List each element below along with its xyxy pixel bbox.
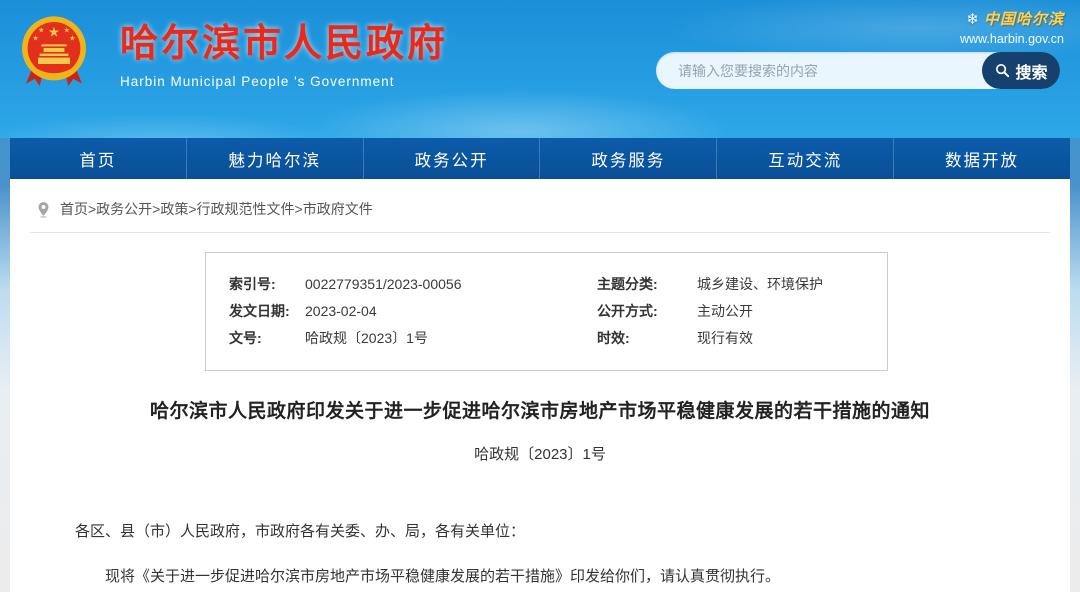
- breadcrumb-divider: [30, 232, 1050, 233]
- site-logo[interactable]: ★ ★ ★ ★ ★ 哈尔滨市人民政府 Harbin Municipal Peop…: [14, 8, 448, 92]
- search-input[interactable]: [656, 52, 982, 89]
- site-subtitle: Harbin Municipal People 's Government: [120, 74, 448, 89]
- meta-label-issue-date: 发文日期:: [229, 298, 305, 325]
- corner-branding: ❄ 中国哈尔滨 www.harbin.gov.cn: [960, 8, 1064, 46]
- svg-text:★: ★: [48, 24, 60, 39]
- main-nav: 首页 魅力哈尔滨 政务公开 政务服务 互动交流 数据开放: [10, 138, 1070, 179]
- snowflake-logo-icon: ❄: [966, 10, 979, 28]
- svg-text:★: ★: [38, 25, 44, 34]
- meta-value-doc-number: 哈政规〔2023〕1号: [305, 325, 597, 352]
- site-header: ★ ★ ★ ★ ★ 哈尔滨市人民政府 Harbin Municipal Peop…: [0, 0, 1080, 138]
- meta-label-disclosure: 公开方式:: [597, 298, 697, 325]
- nav-item-open-data[interactable]: 数据开放: [893, 138, 1070, 179]
- search-bar: 搜索: [656, 52, 1060, 89]
- location-pin-icon: [35, 201, 52, 218]
- search-button-label: 搜索: [1015, 59, 1047, 83]
- document-paragraph: 各区、县（市）人民政府，市政府各有关委、办、局，各有关单位：: [75, 520, 1005, 541]
- document-meta-table: 索引号: 0022779351/2023-00056 主题分类: 城乡建设、环境…: [205, 252, 888, 371]
- meta-value-index: 0022779351/2023-00056: [305, 271, 597, 298]
- meta-row: 发文日期: 2023-02-04 公开方式: 主动公开: [229, 298, 887, 325]
- svg-text:★: ★: [32, 33, 38, 42]
- meta-label-index: 索引号:: [229, 271, 305, 298]
- document-paragraph: 现将《关于进一步促进哈尔滨市房地产市场平稳健康发展的若干措施》印发给你们，请认真…: [75, 565, 1005, 586]
- site-title-block: 哈尔滨市人民政府 Harbin Municipal People 's Gove…: [120, 12, 448, 89]
- national-emblem-icon: ★ ★ ★ ★ ★: [14, 8, 94, 92]
- page: ★ ★ ★ ★ ★ 哈尔滨市人民政府 Harbin Municipal Peop…: [0, 0, 1080, 592]
- nav-item-gov-affairs[interactable]: 政务公开: [363, 138, 540, 179]
- document-title: 哈尔滨市人民政府印发关于进一步促进哈尔滨市房地产市场平稳健康发展的若干措施的通知: [10, 396, 1070, 423]
- document-number: 哈政规〔2023〕1号: [10, 443, 1070, 464]
- site-url: www.harbin.gov.cn: [960, 32, 1064, 46]
- breadcrumb: 首页>政务公开>政策>行政规范性文件>市政府文件: [10, 179, 1070, 219]
- nav-item-gov-services[interactable]: 政务服务: [539, 138, 716, 179]
- nav-item-interaction[interactable]: 互动交流: [716, 138, 893, 179]
- meta-row: 索引号: 0022779351/2023-00056 主题分类: 城乡建设、环境…: [229, 271, 887, 298]
- content-area: 首页>政务公开>政策>行政规范性文件>市政府文件 索引号: 0022779351…: [10, 179, 1070, 592]
- meta-value-issue-date: 2023-02-04: [305, 298, 597, 325]
- meta-label-category: 主题分类:: [597, 271, 697, 298]
- svg-text:★: ★: [69, 33, 75, 42]
- search-button[interactable]: 搜索: [982, 52, 1060, 89]
- document-body: 各区、县（市）人民政府，市政府各有关委、办、局，各有关单位： 现将《关于进一步促…: [10, 520, 1070, 586]
- site-title: 哈尔滨市人民政府: [120, 12, 448, 67]
- breadcrumb-text[interactable]: 首页>政务公开>政策>行政规范性文件>市政府文件: [60, 199, 373, 219]
- meta-value-disclosure: 主动公开: [697, 298, 887, 325]
- meta-row: 文号: 哈政规〔2023〕1号 时效: 现行有效: [229, 325, 887, 352]
- nav-item-charming-harbin[interactable]: 魅力哈尔滨: [186, 138, 363, 179]
- nav-item-home[interactable]: 首页: [10, 138, 186, 179]
- meta-value-validity: 现行有效: [697, 325, 887, 352]
- corner-logo-text: 中国哈尔滨: [984, 8, 1064, 29]
- meta-label-doc-number: 文号:: [229, 325, 305, 352]
- search-icon: [994, 62, 1011, 79]
- meta-value-category: 城乡建设、环境保护: [697, 271, 887, 298]
- meta-label-validity: 时效:: [597, 325, 697, 352]
